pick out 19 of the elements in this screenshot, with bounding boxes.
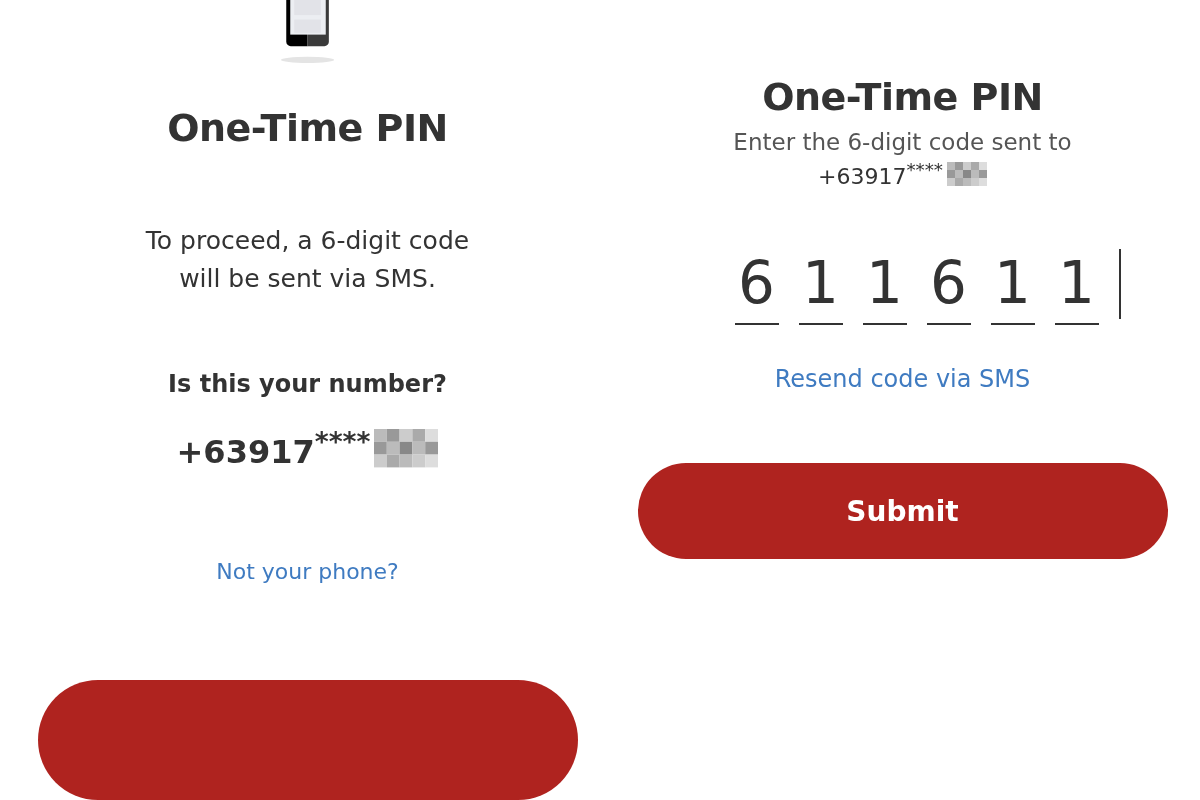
resend-code-link[interactable]: Resend code via SMS (774, 365, 1031, 394)
instruction-text: Enter the 6-digit code sent to (733, 129, 1072, 155)
code-digit-field[interactable]: 6 (734, 249, 779, 326)
code-digit-field[interactable]: 6 (926, 249, 971, 326)
code-digit-field[interactable]: 1 (862, 249, 907, 326)
code-digit-field[interactable]: 1 (798, 249, 843, 326)
submit-button[interactable]: Submit (637, 463, 1168, 560)
screen-title: One-Time PIN (762, 75, 1043, 119)
not-your-phone-link[interactable]: Not your phone? (216, 559, 399, 584)
info-text: To proceed, a 6-digit code will be sent via SMS. (144, 225, 471, 296)
screen-title: One-Time PIN (167, 106, 448, 151)
code-digit-field[interactable]: 1 (1054, 249, 1099, 326)
phone-number: +63917$^{****}$ (817, 159, 944, 190)
redacted-icon (374, 429, 439, 468)
question-text: Is this your number? (168, 370, 447, 399)
phone-number: +63917$^{****}$ (176, 426, 371, 471)
code-digit-field[interactable]: 1 (990, 249, 1035, 326)
redacted-icon (947, 162, 988, 187)
text-cursor (1118, 249, 1121, 320)
